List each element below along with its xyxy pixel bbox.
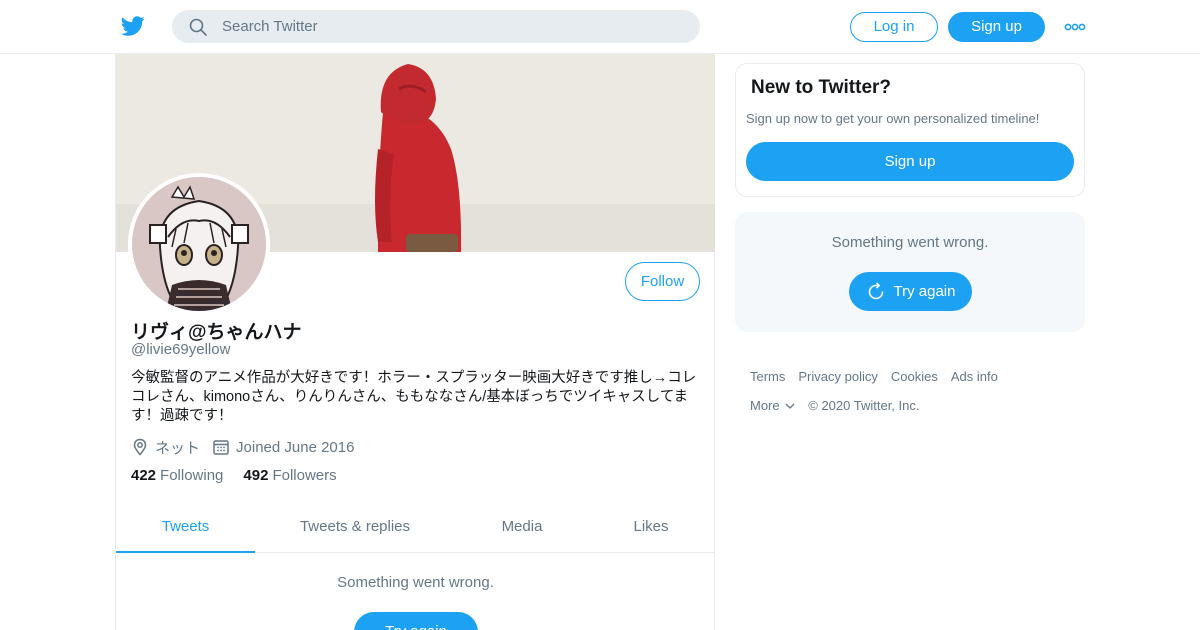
profile-display-name: リヴィ@ちゃんハナ bbox=[131, 322, 302, 343]
follow-button[interactable]: Follow bbox=[625, 262, 700, 301]
refresh-icon bbox=[868, 282, 883, 299]
profile-column: Follow リヴィ@ちゃんハナ @livie69yellow 今敏監督のアニメ… bbox=[115, 54, 715, 630]
followers-label: Followers bbox=[272, 467, 337, 484]
profile-handle[interactable]: @livie69yellow bbox=[131, 341, 230, 358]
tab-likes[interactable]: Likes bbox=[616, 506, 686, 553]
profile-avatar[interactable] bbox=[128, 173, 270, 315]
sidebar-signup-button[interactable]: Sign up bbox=[746, 142, 1074, 181]
footer-copyright: © 2020 Twitter, Inc. bbox=[808, 398, 920, 413]
sidebar-error-message: Something went wrong. bbox=[831, 234, 989, 251]
tab-tweets-and-replies[interactable]: Tweets & replies bbox=[281, 506, 429, 553]
profile-bio: 今敏監督のアニメ作品が大好きです！ホラー・スプラッター映画大好きです推し→コレコ… bbox=[131, 370, 697, 424]
top-navigation-bar: Log in Sign up bbox=[0, 0, 1200, 54]
location-pin-icon bbox=[133, 438, 147, 456]
footer-link-cookies[interactable]: Cookies bbox=[891, 369, 938, 384]
login-button[interactable]: Log in bbox=[850, 12, 938, 42]
tab-tweets[interactable]: Tweets bbox=[116, 506, 255, 553]
profile-stats: 422 Following 492 Followers bbox=[131, 467, 357, 484]
sidebar-try-again-button[interactable]: Try again bbox=[849, 272, 972, 311]
footer-link-ads-info[interactable]: Ads info bbox=[951, 369, 998, 384]
footer-more-link[interactable]: More bbox=[750, 398, 795, 413]
search-icon bbox=[189, 18, 207, 36]
footer: Terms Privacy policy Cookies Ads info Mo… bbox=[750, 362, 1080, 420]
timeline-error-message: Something went wrong. bbox=[337, 574, 494, 591]
following-count: 422 bbox=[131, 467, 157, 484]
search-input[interactable] bbox=[222, 10, 682, 43]
calendar-icon bbox=[213, 440, 229, 455]
more-options-icon[interactable] bbox=[1064, 20, 1086, 34]
following-stat[interactable]: 422 Following bbox=[131, 467, 223, 484]
profile-joined: Joined June 2016 bbox=[212, 438, 354, 456]
new-to-twitter-subtitle: Sign up now to get your own personalized… bbox=[746, 111, 1040, 126]
following-label: Following bbox=[160, 467, 224, 484]
footer-link-terms[interactable]: Terms bbox=[750, 369, 785, 384]
signup-button[interactable]: Sign up bbox=[948, 12, 1045, 42]
profile-tabs: Tweets Tweets & replies Media Likes bbox=[116, 506, 715, 553]
twitter-bird-icon[interactable] bbox=[120, 14, 146, 38]
search-box[interactable] bbox=[172, 10, 700, 43]
footer-link-privacy[interactable]: Privacy policy bbox=[798, 369, 877, 384]
timeline-try-again-button[interactable]: Try again bbox=[354, 612, 478, 630]
chevron-down-icon bbox=[785, 403, 795, 409]
new-to-twitter-card: New to Twitter? Sign up now to get your … bbox=[735, 63, 1085, 197]
footer-row-2: More © 2020 Twitter, Inc. bbox=[750, 391, 1080, 420]
avatar-illustration bbox=[132, 177, 266, 311]
profile-location: ネット bbox=[131, 437, 200, 458]
sidebar-try-again-label: Try again bbox=[893, 283, 956, 300]
new-to-twitter-title: New to Twitter? bbox=[751, 77, 892, 98]
footer-more-label: More bbox=[750, 398, 780, 413]
footer-links: Terms Privacy policy Cookies Ads info bbox=[750, 362, 1080, 391]
followers-count: 492 bbox=[243, 467, 269, 484]
followers-stat[interactable]: 492 Followers bbox=[243, 467, 336, 484]
profile-meta: ネット Joined June 2016 bbox=[131, 436, 366, 458]
location-text: ネット bbox=[155, 439, 201, 457]
joined-text: Joined June 2016 bbox=[236, 438, 355, 456]
sidebar-error-card: Something went wrong. Try again bbox=[735, 212, 1085, 332]
tab-media[interactable]: Media bbox=[482, 506, 562, 553]
